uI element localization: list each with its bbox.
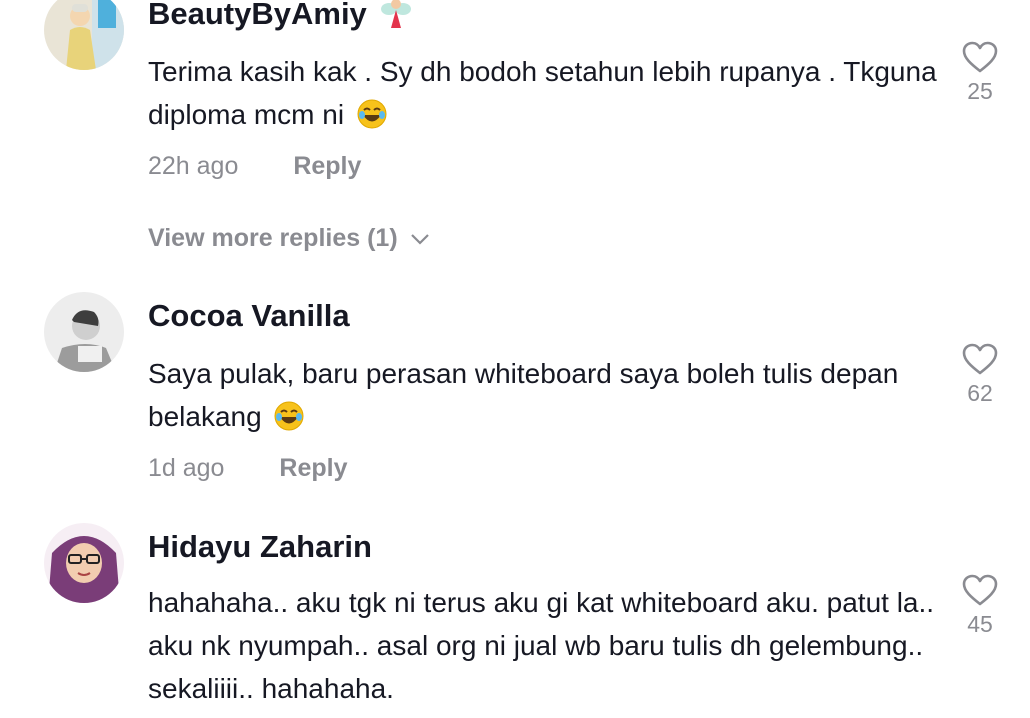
comment-body: Terima kasih kak . Sy dh bodoh setahun l…	[148, 56, 937, 130]
view-more-replies-button[interactable]: View more replies (1)	[148, 224, 430, 253]
like-button[interactable]: 62	[956, 342, 1004, 407]
timestamp: 1d ago	[148, 454, 225, 482]
comment-meta: 1d ago Reply	[148, 454, 348, 483]
laughing-emoji-icon	[356, 98, 388, 142]
username[interactable]: Hidayu Zaharin	[148, 529, 372, 565]
chevron-down-icon[interactable]	[410, 232, 430, 246]
comment-text: Saya pulak, baru perasan whiteboard saya…	[148, 352, 938, 444]
like-count: 45	[967, 611, 993, 637]
heart-icon[interactable]	[961, 342, 999, 376]
avatar[interactable]	[44, 523, 124, 603]
username-text[interactable]: BeautyByAmiy	[148, 0, 367, 31]
fairy-emoji-icon	[379, 0, 413, 38]
timestamp: 22h ago	[148, 152, 239, 180]
laughing-emoji-icon	[273, 400, 305, 444]
view-more-label[interactable]: View more replies (1)	[148, 224, 398, 252]
comment-body: hahahaha.. aku tgk ni terus aku gi kat w…	[148, 587, 935, 704]
avatar[interactable]	[44, 292, 124, 372]
heart-icon[interactable]	[961, 573, 999, 607]
reply-button[interactable]: Reply	[279, 454, 347, 482]
heart-icon[interactable]	[961, 40, 999, 74]
comment-meta: 22h ago Reply	[148, 152, 361, 181]
like-count: 62	[967, 380, 993, 406]
reply-button[interactable]: Reply	[293, 152, 361, 180]
like-button[interactable]: 25	[956, 40, 1004, 105]
username[interactable]: Cocoa Vanilla	[148, 298, 350, 334]
username[interactable]: BeautyByAmiy	[148, 0, 413, 38]
like-button[interactable]: 45	[956, 573, 1004, 638]
comment-body: Saya pulak, baru perasan whiteboard saya…	[148, 358, 899, 432]
comment-text: Terima kasih kak . Sy dh bodoh setahun l…	[148, 50, 938, 142]
like-count: 25	[967, 78, 993, 104]
avatar[interactable]	[44, 0, 124, 70]
